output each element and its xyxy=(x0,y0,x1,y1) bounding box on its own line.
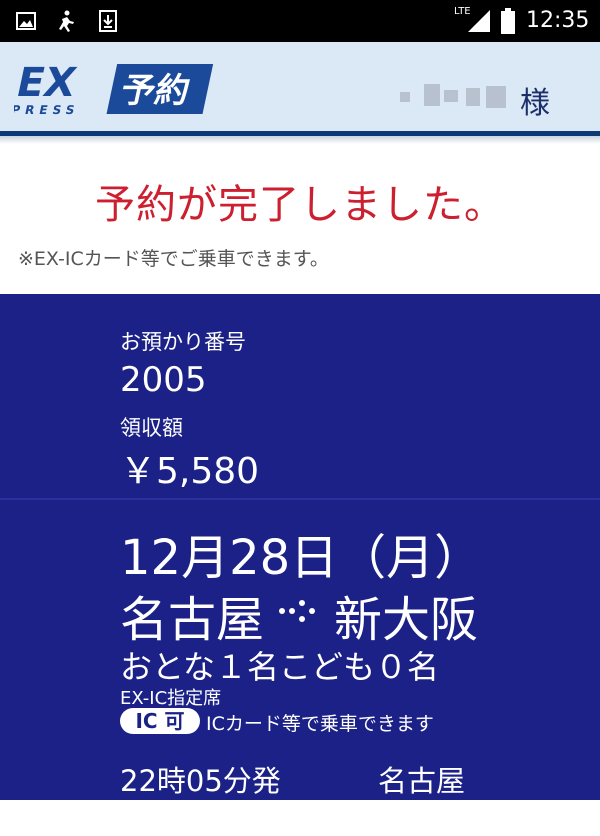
reservation-number: 2005 xyxy=(120,360,207,400)
battery-icon xyxy=(501,8,515,34)
seat-type: EX-IC指定席 xyxy=(120,688,222,709)
boarding-note: ※EX-ICカード等でご乗車できます。 xyxy=(18,248,329,270)
logo-press-text: PRESS xyxy=(14,103,81,117)
person-walk-icon xyxy=(59,10,74,32)
amount-value: ￥5,580 xyxy=(120,451,260,492)
status-bar: LTE 12:35 xyxy=(0,0,600,42)
arrival-time: 22時51分着 xyxy=(120,800,281,834)
ic-note: ICカード等で乗車できます xyxy=(206,713,434,735)
to-station: 新大阪 xyxy=(334,592,479,648)
reservation-number-label: お預かり番号 xyxy=(120,330,246,354)
passenger-count: おとな１名こども０名 xyxy=(120,648,440,686)
signal-icon xyxy=(468,10,490,32)
amount-label: 領収額 xyxy=(120,416,183,440)
user-name-blurred xyxy=(400,84,520,114)
ex-yoyaku-logo[interactable]: EX PRESS 予約 xyxy=(14,60,214,118)
completion-title: 予約が完了しました。 xyxy=(95,182,505,228)
honorific: 様 xyxy=(520,86,550,121)
panel-divider xyxy=(0,498,600,500)
route-arrow-icon xyxy=(279,600,315,622)
logo-ex-text: EX xyxy=(14,60,80,106)
arrival-station: 新大阪 xyxy=(378,800,466,834)
clock: 12:35 xyxy=(526,8,590,33)
travel-date: 12月28日（月） xyxy=(120,530,483,586)
download-icon xyxy=(99,10,117,32)
logo-yoyaku-text: 予約 xyxy=(117,71,193,111)
gallery-icon xyxy=(16,12,36,30)
header-shadow xyxy=(0,136,600,144)
from-station: 名古屋 xyxy=(120,592,265,648)
ic-ok-badge: IC 可 xyxy=(120,708,200,734)
